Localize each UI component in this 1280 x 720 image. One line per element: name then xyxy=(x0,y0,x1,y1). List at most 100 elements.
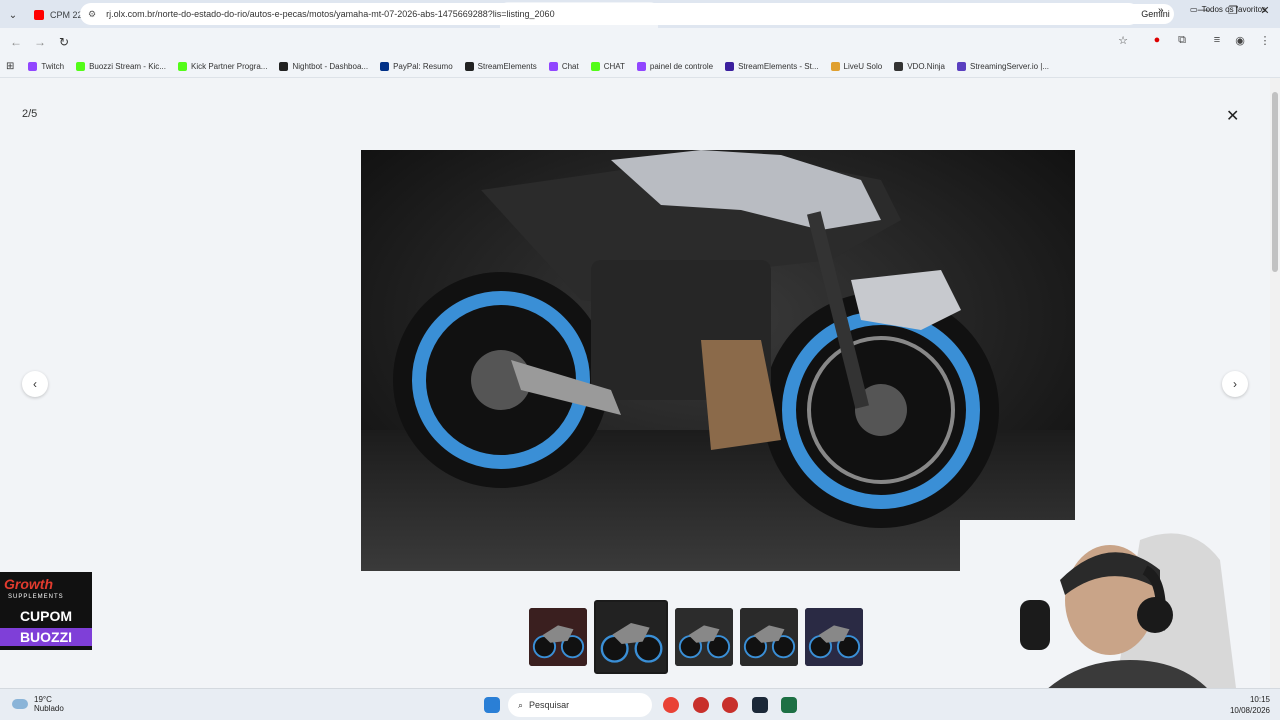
weather-temp: 19°C xyxy=(34,695,52,704)
bookmark-item[interactable]: PayPal: Resumo xyxy=(380,62,453,71)
bookmark-item[interactable]: Twitch xyxy=(28,62,64,71)
search-icon: ⌕ xyxy=(518,699,524,710)
profile-avatar[interactable]: ◉ xyxy=(1232,34,1248,47)
address-bar[interactable]: ⚙ rj.olx.com.br/norte-do-estado-do-rio/a… xyxy=(80,3,1140,25)
scrollbar-thumb[interactable] xyxy=(1272,92,1278,272)
tab-favicon-icon xyxy=(34,10,44,20)
image-counter: 2/5 xyxy=(22,108,38,120)
bookmark-label: LiveU Solo xyxy=(843,62,883,71)
gallery-thumbnail[interactable] xyxy=(529,608,587,666)
reload-icon[interactable]: ↻ xyxy=(52,35,76,49)
promo-brand: Growth xyxy=(4,576,53,592)
bookmark-item[interactable]: Kick Partner Progra... xyxy=(177,62,268,71)
promo-overlay: Growth SUPPLEMENTS CUPOM BUOZZI xyxy=(0,572,92,650)
motorcycle-photo xyxy=(361,150,1075,571)
menu-icon[interactable]: ⋮ xyxy=(1257,34,1273,47)
bookmark-item[interactable]: StreamElements - St... xyxy=(725,62,819,71)
bookmark-item[interactable]: LiveU Solo xyxy=(830,62,883,71)
gallery-thumbnail[interactable] xyxy=(805,608,863,666)
bookmark-label: Nightbot - Dashboa... xyxy=(292,62,369,71)
extensions-puzzle-icon[interactable]: ⧉ xyxy=(1174,34,1190,47)
bookmark-favicon-icon xyxy=(957,62,967,71)
clock[interactable]: 10:15 10/08/2026 xyxy=(1224,694,1270,716)
extension-icon[interactable]: ● xyxy=(1149,34,1165,46)
bookmark-label: painel de controle xyxy=(649,62,714,71)
bookmark-star-icon[interactable]: ☆ xyxy=(1115,34,1131,47)
main-motorcycle-image[interactable] xyxy=(361,150,1075,571)
bookmark-favicon-icon xyxy=(830,62,840,71)
bookmark-favicon-icon xyxy=(380,62,390,71)
bookmark-favicon-icon xyxy=(279,62,289,71)
next-image-button[interactable]: › xyxy=(1222,371,1248,397)
all-bookmarks-button[interactable]: ▭ Todos os favoritos xyxy=(1190,5,1266,14)
promo-subtitle: SUPPLEMENTS xyxy=(8,594,64,600)
bookmark-favicon-icon xyxy=(177,62,187,71)
bookmark-item[interactable]: VDO.Ninja xyxy=(894,62,945,71)
gallery-thumbnail[interactable] xyxy=(594,600,668,674)
bookmark-label: Chat xyxy=(561,62,579,71)
excel-icon[interactable] xyxy=(781,697,797,713)
gallery-thumbnail[interactable] xyxy=(740,608,798,666)
tab-search-button[interactable]: ⌄ xyxy=(0,2,26,28)
apps-grid-icon[interactable]: ⊞ xyxy=(6,61,14,72)
bookmark-favicon-icon xyxy=(894,62,904,71)
clock-date: 10/08/2026 xyxy=(1229,706,1270,715)
bookmark-label: PayPal: Resumo xyxy=(393,62,453,71)
bookmark-item[interactable]: StreamElements xyxy=(464,62,537,71)
bookmark-favicon-icon xyxy=(725,62,735,71)
thumbnail-image xyxy=(596,602,666,672)
bookmarks-bar: ⊞ Twitch Buozzi Stream - Kic... Kick Partn… xyxy=(0,56,1280,78)
bookmark-item[interactable]: painel de controle xyxy=(636,62,714,71)
more-bookmarks-icon[interactable]: » xyxy=(1158,5,1164,16)
bookmark-item[interactable]: Nightbot - Dashboa... xyxy=(279,62,368,71)
bookmark-label: StreamElements - St... xyxy=(738,62,819,71)
bookmark-label: VDO.Ninja xyxy=(907,62,946,71)
cloud-icon xyxy=(12,699,28,709)
bookmark-label: CHAT xyxy=(603,62,625,71)
weather-condition: Nublado xyxy=(34,704,64,713)
folder-icon: ▭ xyxy=(1190,5,1198,14)
clock-time: 10:15 xyxy=(1249,695,1270,704)
back-icon[interactable]: ← xyxy=(4,35,28,49)
bookmark-label: StreamElements xyxy=(477,62,537,71)
gallery-thumbnail[interactable] xyxy=(675,608,733,666)
weather-widget[interactable]: 19°C Nublado xyxy=(12,695,64,713)
steam-icon[interactable] xyxy=(752,697,768,713)
chrome-icon[interactable] xyxy=(663,697,679,713)
promo-code: BUOZZI xyxy=(0,628,92,646)
page-scrollbar[interactable] xyxy=(1270,78,1280,688)
bookmark-label: StreamingServer.io |... xyxy=(970,62,1050,71)
bookmark-favicon-icon xyxy=(590,62,600,71)
forward-icon[interactable]: → xyxy=(28,35,52,49)
bookmark-favicon-icon xyxy=(28,62,38,71)
thumbnail-image xyxy=(675,608,733,666)
app-red-icon[interactable] xyxy=(693,697,709,713)
bookmark-label: Buozzi Stream - Kic... xyxy=(89,62,166,71)
thumbnail-image xyxy=(740,608,798,666)
start-windows-icon[interactable] xyxy=(484,697,500,713)
all-bookmarks-label: Todos os favoritos xyxy=(1201,5,1267,14)
app-red-icon-2[interactable] xyxy=(722,697,738,713)
thumbnail-image xyxy=(805,608,863,666)
thumbnail-strip xyxy=(529,600,863,674)
promo-cupom: CUPOM xyxy=(19,608,73,624)
site-info-icon[interactable]: ⚙ xyxy=(88,9,96,20)
bookmark-item[interactable]: CHAT xyxy=(590,62,625,71)
bookmark-label: Kick Partner Progra... xyxy=(190,62,268,71)
bookmark-favicon-icon xyxy=(464,62,474,71)
previous-image-button[interactable]: ‹ xyxy=(22,371,48,397)
media-control-icon[interactable]: ≡ xyxy=(1209,34,1225,46)
thumbnail-image xyxy=(529,608,587,666)
bookmark-item[interactable]: Buozzi Stream - Kic... xyxy=(76,62,166,71)
close-gallery-icon[interactable]: ✕ xyxy=(1226,106,1239,126)
image-gallery: 2/5 ✕ ‹ › Growth SUPPLEMENTS CUPOM BUOZZ… xyxy=(0,78,1280,720)
bookmark-item[interactable]: Chat xyxy=(548,62,579,71)
bookmark-favicon-icon xyxy=(76,62,86,71)
taskbar-search[interactable]: ⌕ Pesquisar xyxy=(508,693,652,717)
bookmark-favicon-icon xyxy=(636,62,646,71)
bookmark-item[interactable]: StreamingServer.io |... xyxy=(957,62,1049,71)
url-text: rj.olx.com.br/norte-do-estado-do-rio/aut… xyxy=(106,9,555,19)
browser-toolbar: ← → ↻ xyxy=(0,28,1280,56)
bookmark-label: Twitch xyxy=(41,62,65,71)
search-placeholder: Pesquisar xyxy=(529,700,570,710)
